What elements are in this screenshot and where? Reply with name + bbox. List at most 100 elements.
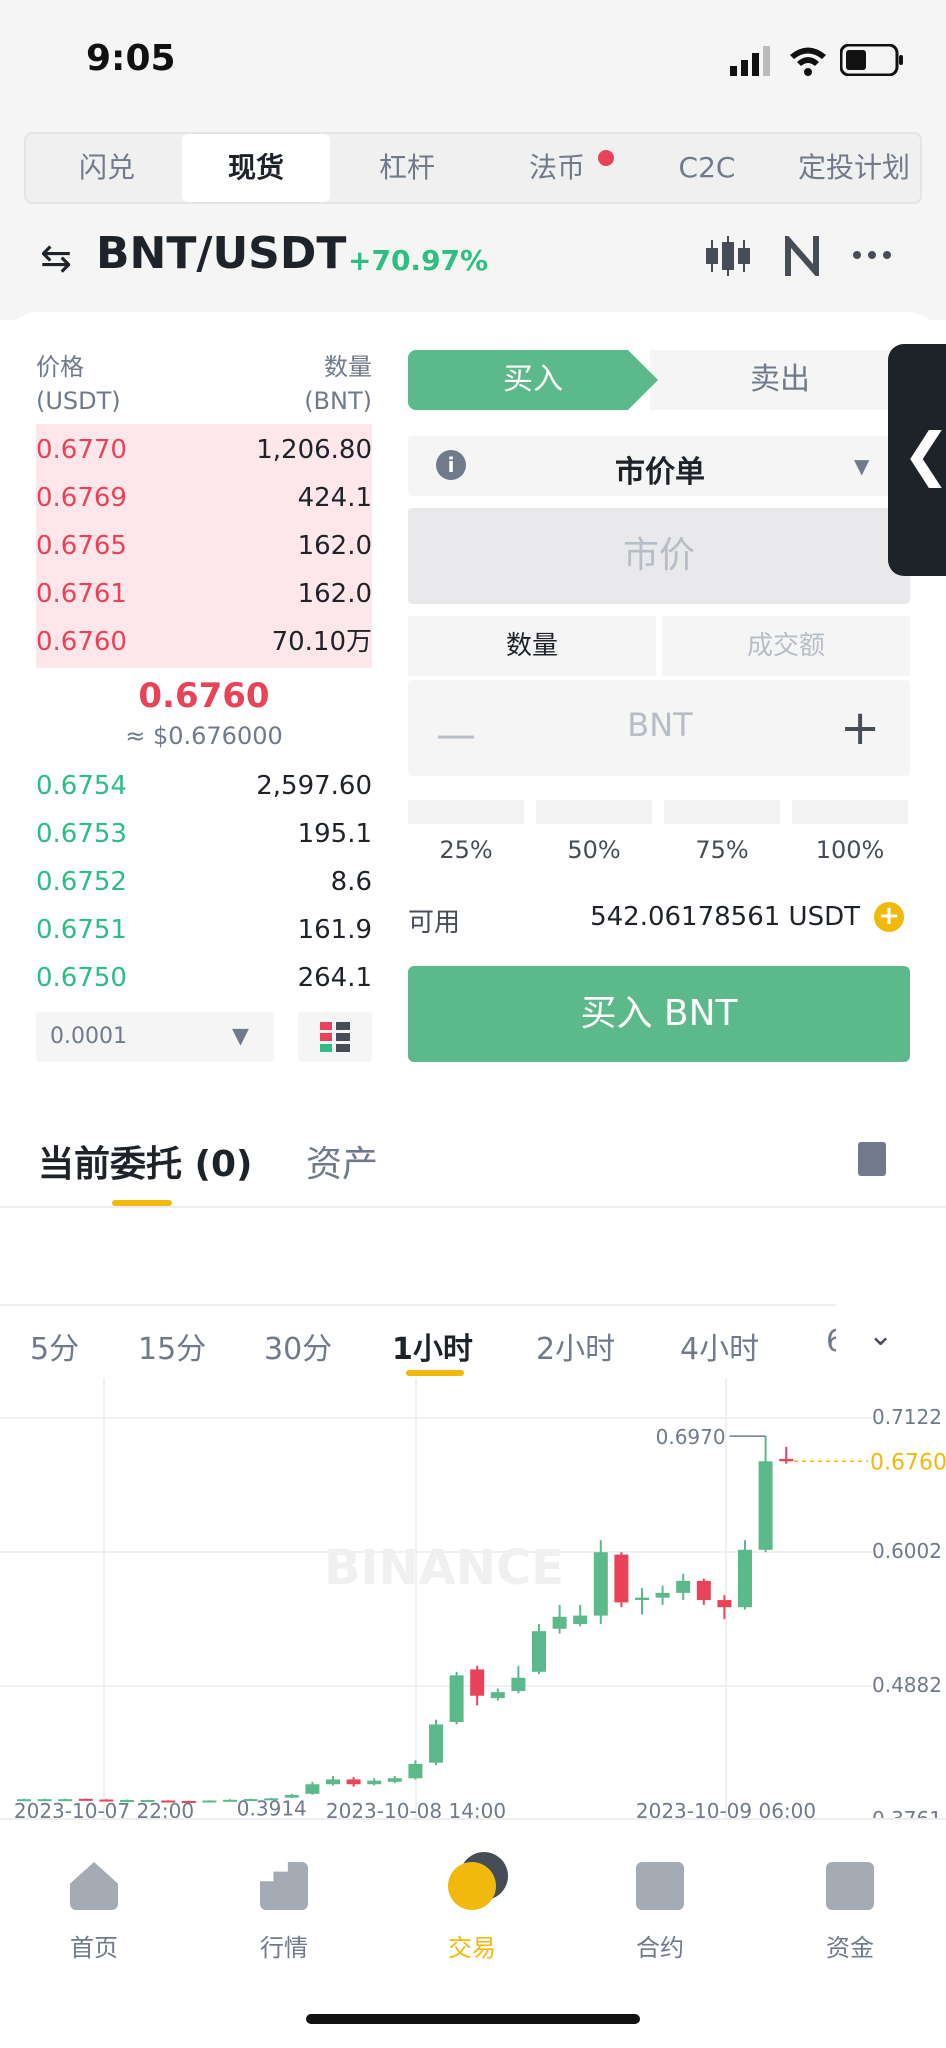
amount-mode-tabs: 数量 成交额: [408, 616, 910, 676]
candle-body: [717, 1600, 732, 1608]
futures-icon: [636, 1862, 684, 1910]
interval-5m[interactable]: 5分: [30, 1324, 79, 1368]
tab-margin[interactable]: 杠杆: [340, 134, 474, 202]
home-icon: [70, 1862, 118, 1910]
decrease-button[interactable]: —: [436, 712, 476, 758]
slider-segment[interactable]: [664, 800, 780, 824]
nav-markets[interactable]: 行情: [224, 1862, 344, 1963]
x-tick-label: 2023-10-07 22:00: [14, 1799, 194, 1818]
slider-segment[interactable]: [536, 800, 652, 824]
tab-spot[interactable]: 现货: [182, 134, 330, 202]
orderbook-layout-icon: [320, 1022, 350, 1052]
ask-row[interactable]: 0.6761 162.0: [36, 570, 372, 618]
info-icon[interactable]: i: [436, 450, 466, 480]
bid-row[interactable]: 0.6752 8.6: [36, 858, 372, 906]
ask-row[interactable]: 0.6770 1,206.80: [36, 426, 372, 474]
slider-segment[interactable]: [408, 800, 524, 824]
slider-segment[interactable]: [792, 800, 908, 824]
candle-body: [635, 1597, 649, 1601]
nav-home[interactable]: 首页: [34, 1862, 154, 1963]
depth-chart-icon[interactable]: [784, 236, 820, 276]
price-change: +70.97%: [348, 244, 489, 277]
orderbook-price-header: 价格 (USDT): [36, 353, 121, 415]
low-price-label: 0.3914: [237, 1797, 307, 1818]
candle-body: [573, 1615, 588, 1624]
interval-30m[interactable]: 30分: [264, 1324, 332, 1368]
quantity-unit: BNT: [627, 706, 693, 744]
candle-body: [593, 1552, 608, 1616]
tab-total[interactable]: 成交额: [662, 616, 910, 676]
trading-pair[interactable]: BNT/USDT: [96, 228, 346, 279]
candlestick-icon[interactable]: [706, 236, 750, 276]
interval-15m[interactable]: 15分: [138, 1324, 206, 1368]
tab-quantity[interactable]: 数量: [408, 616, 656, 676]
candle-body: [552, 1616, 567, 1629]
sell-tab[interactable]: 卖出: [650, 350, 910, 410]
percent-50[interactable]: 50%: [536, 836, 652, 864]
candlestick-chart[interactable]: BINANCE 0.69700.39140.6760 0.71220.60020…: [0, 1378, 946, 1818]
chevron-left-icon: ❮: [902, 420, 946, 488]
bid-row[interactable]: 0.6754 2,597.60: [36, 762, 372, 810]
ask-row[interactable]: 0.6760 70.10万: [36, 618, 372, 666]
tab-c2c[interactable]: C2C: [640, 134, 774, 202]
y-tick-label: 0.6002: [872, 1539, 942, 1563]
tab-auto-invest[interactable]: 定投计划: [784, 134, 924, 202]
price-input[interactable]: 市价: [408, 508, 910, 604]
notification-dot: [598, 150, 614, 166]
ask-row[interactable]: 0.6765 162.0: [36, 522, 372, 570]
add-funds-icon[interactable]: +: [874, 902, 904, 932]
bid-row[interactable]: 0.6751 161.9: [36, 906, 372, 954]
tab-convert[interactable]: 闪兑: [40, 134, 174, 202]
ask-row[interactable]: 0.6769 424.1: [36, 474, 372, 522]
document-icon[interactable]: [858, 1142, 886, 1176]
candle-body: [676, 1580, 691, 1593]
divider: [0, 1304, 946, 1306]
available-label: 可用: [408, 908, 461, 938]
candle-body: [346, 1779, 361, 1785]
last-price-tag: 0.6760: [870, 1450, 946, 1475]
interval-2h[interactable]: 2小时: [536, 1324, 615, 1368]
tab-assets[interactable]: 资产: [306, 1135, 378, 1187]
nav-markets-label: 行情: [260, 1934, 308, 1962]
more-icon[interactable]: [852, 250, 892, 260]
candle-body: [387, 1778, 402, 1782]
y-tick-label: 0.7122: [872, 1405, 942, 1429]
bid-row[interactable]: 0.6750 264.1: [36, 954, 372, 1002]
available-balance: 542.06178561 USDT: [590, 902, 860, 932]
signal-icon: [730, 46, 770, 76]
tab-open-orders[interactable]: 当前委托 (0): [38, 1135, 253, 1187]
orderbook-layout-button[interactable]: [298, 1012, 372, 1062]
order-type-label: 市价单: [615, 455, 705, 490]
high-price-label: 0.6970: [656, 1425, 726, 1449]
last-price[interactable]: 0.6760: [36, 676, 372, 716]
chevron-down-icon: ▼: [854, 454, 870, 478]
swap-pair-icon[interactable]: ⇆: [40, 236, 72, 280]
nav-wallet-label: 资金: [826, 1934, 874, 1962]
percent-75[interactable]: 75%: [664, 836, 780, 864]
interval-1h[interactable]: 1小时: [392, 1324, 473, 1368]
bid-row[interactable]: 0.6753 195.1: [36, 810, 372, 858]
chevron-down-icon: ▼: [232, 1024, 249, 1049]
percent-25[interactable]: 25%: [408, 836, 524, 864]
percent-100[interactable]: 100%: [792, 836, 908, 864]
x-tick-label: 2023-10-08 14:00: [326, 1799, 506, 1818]
nav-futures[interactable]: 合约: [600, 1862, 720, 1963]
interval-4h[interactable]: 4小时: [680, 1324, 759, 1368]
candle-body: [655, 1592, 670, 1598]
increase-button[interactable]: +: [840, 700, 880, 756]
tab-fiat[interactable]: 法币: [490, 134, 624, 202]
orderbook-qty-header: 数量 (BNT): [304, 353, 372, 415]
nav-home-label: 首页: [70, 1934, 118, 1962]
buy-tab[interactable]: 买入: [408, 350, 658, 410]
trade-icon: [448, 1862, 496, 1910]
nav-futures-label: 合约: [636, 1934, 684, 1962]
nav-trade[interactable]: 交易: [412, 1862, 532, 1963]
buy-button[interactable]: 买入 BNT: [408, 966, 910, 1062]
candle-body: [490, 1692, 505, 1699]
home-indicator: [306, 2014, 640, 2024]
candle-body: [614, 1554, 629, 1603]
chevron-down-icon[interactable]: ⌄: [868, 1318, 893, 1353]
wifi-icon: [790, 47, 826, 76]
candle-body: [202, 1800, 217, 1803]
nav-wallet[interactable]: 资金: [790, 1862, 910, 1963]
